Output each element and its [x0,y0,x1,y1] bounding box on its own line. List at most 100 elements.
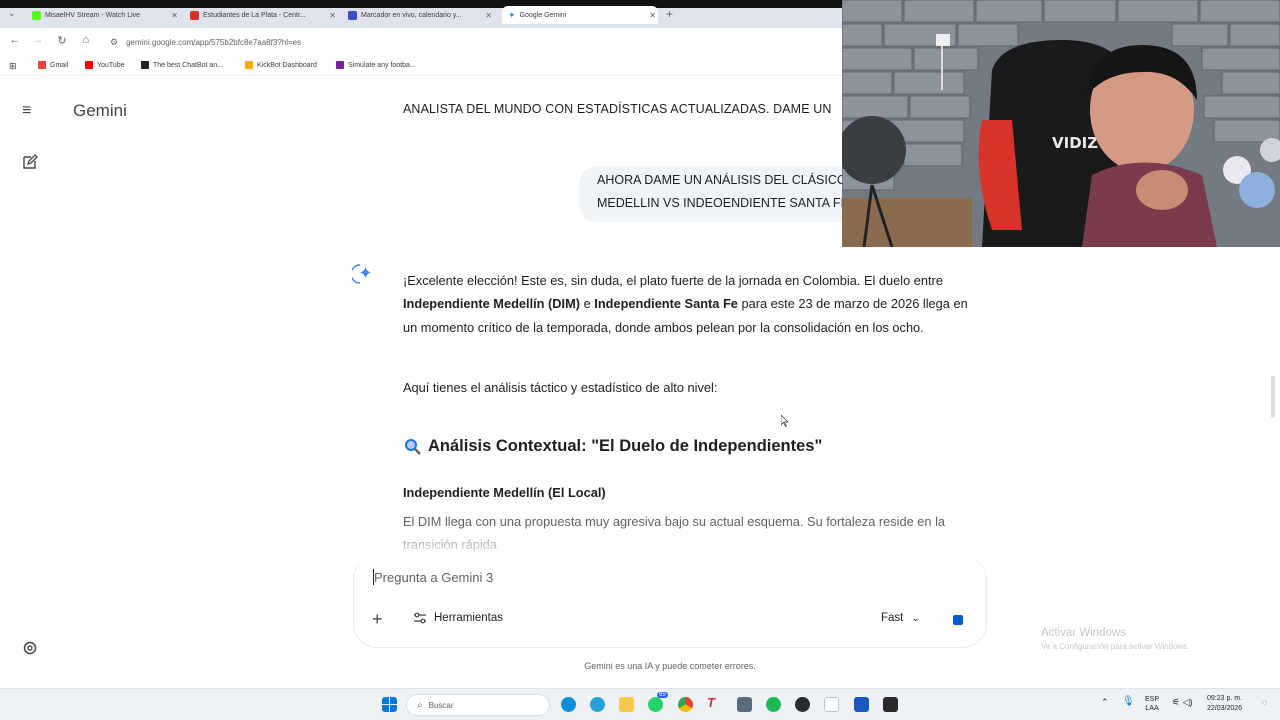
taskbar-search-placeholder: Buscar [428,700,454,710]
network-volume-icons[interactable]: ⚟ ◁) [1172,697,1193,708]
site-info-icon[interactable]: ⚙ [110,37,118,48]
whatsapp-icon[interactable] [648,697,663,712]
notifications-bell-icon[interactable]: ◌ [1262,697,1267,707]
file-explorer-icon[interactable] [619,697,634,712]
bookmark-chatbot[interactable]: The best ChatBot an... [141,61,223,69]
chatbot-icon [141,61,149,69]
close-tab-icon[interactable]: ✕ [171,11,178,20]
response-paragraph-2: Aquí tienes el análisis táctico y estadí… [403,380,718,395]
clock-date: 22/03/2026 [1207,705,1243,712]
microphone-icon[interactable]: 🎙 [1122,696,1135,707]
add-attachment-button[interactable]: + [372,610,383,628]
activation-title: Activar Windows [1041,627,1126,639]
tab-marcador[interactable]: Marcador en vivo, calendario y... ✕ [348,6,494,24]
new-chat-icon[interactable] [22,154,38,170]
user-message-bubble: AHORA DAME UN ANÁLISIS DEL CLÁSICO MEDEL… [579,166,879,222]
notification-badge: 65 [657,692,668,698]
forward-button[interactable]: → [31,34,45,46]
simulate-icon [336,61,344,69]
typora-icon[interactable]: T [707,695,715,710]
youtube-icon [85,61,93,69]
page-scrollbar[interactable] [1271,376,1275,418]
bookmark-label: YouTube [97,61,125,69]
close-tab-icon[interactable]: ✕ [329,11,336,20]
tools-button[interactable]: Herramientas [413,612,503,624]
back-button[interactable]: ← [8,34,22,46]
site-icon [348,10,357,20]
tab-estudiantes[interactable]: Estudiantes de La Plata - Centr... ✕ [190,6,338,24]
site-icon [190,10,199,20]
windows-start-icon[interactable] [382,697,397,712]
bookmark-gmail[interactable]: Gmail [38,61,68,69]
keyboard-layout: LAA [1145,705,1159,712]
app-title[interactable]: Gemini [73,101,127,121]
chevron-down-icon: ⌄ [911,612,920,624]
scroll-fade [380,528,990,558]
menu-icon[interactable]: ≡ [22,102,31,120]
section-heading-text: Análisis Contextual: "El Duelo de Indepe… [428,437,823,455]
home-button[interactable]: ⌂ [79,34,93,46]
previous-user-prompt: ANALISTA DEL MUNDO CON ESTADÍSTICAS ACTU… [403,102,832,116]
user-message-line: MEDELLIN VS INDEOENDIENTE SANTA FE [597,196,849,210]
new-tab-button[interactable]: + [666,7,673,21]
settings-gear-icon[interactable] [21,639,39,657]
windows-taskbar: ⌕ Buscar 65 T ⌃ 🎙 ESP LAA ⚟ ◁) 09:23 p. … [0,688,1280,720]
team-name-dim: Independiente Medellín (DIM) [403,296,581,312]
prompt-input[interactable]: Pregunta a Gemini 3 [374,570,493,585]
tab-title: Estudiantes de La Plata - Centr... [203,11,306,19]
chrome-icon[interactable] [678,697,693,712]
bookmark-label: The best ChatBot an... [153,61,224,69]
bookmark-label: Simulate any footba... [348,61,416,69]
folder-icon [245,61,253,69]
apps-icon[interactable]: ⊞ [9,61,17,72]
section-heading: Análisis Contextual: "El Duelo de Indepe… [404,437,822,456]
tab-kick-stream[interactable]: MisaelHV Stream - Watch Live ✕ [32,6,180,24]
disclaimer-text: Gemini es una IA y puede cometer errores… [584,661,756,671]
webcam-feed-image: VIDIZ [842,0,1280,247]
bookmark-label: Gmail [50,61,69,69]
clock[interactable]: 09:23 p. m. 22/03/2026 [1207,694,1242,714]
bookmark-youtube[interactable]: YouTube [85,61,125,69]
model-label: Fast [881,612,904,624]
gemini-spark-icon [352,264,372,284]
bookmark-simulate[interactable]: Simulate any footba... [336,61,416,69]
tab-title: Google Gemini [519,11,567,19]
taskbar-search[interactable]: ⌕ Buscar [406,694,550,716]
search-icon: ⌕ [417,699,423,711]
obs-icon[interactable] [795,697,810,712]
user-message-line: AHORA DAME UN ANÁLISIS DEL CLÁSICO [597,173,847,187]
bookmark-label: KickBot Dashboard [257,61,317,69]
epic-games-icon[interactable] [883,697,898,712]
magnifier-icon [405,438,421,455]
close-tab-icon[interactable]: ✕ [649,11,656,20]
gmail-app-icon[interactable] [824,697,839,712]
windows-activation-watermark: Activar Windows Ve a Configuración para … [1041,627,1190,651]
tab-search-icon[interactable]: ⌄ [8,8,16,19]
activation-subtitle: Ve a Configuración para activar Windows. [1041,642,1190,651]
language-indicator[interactable]: ESP LAA [1145,695,1159,713]
tab-title: Marcador en vivo, calendario y... [361,11,462,19]
clock-time: 09:23 p. m. [1207,695,1243,702]
kick-icon [32,10,41,20]
stop-generation-button[interactable] [953,615,963,625]
word-icon[interactable] [854,697,869,712]
gmail-icon [38,61,46,69]
spotify-icon[interactable] [766,697,781,712]
calculator-icon[interactable] [737,697,752,712]
tab-title: MisaelHV Stream - Watch Live [45,11,141,19]
close-tab-icon[interactable]: ✕ [485,11,492,20]
address-bar[interactable]: ⚙ gemini.google.com/app/575b2bfc8e7aa8f3… [110,33,840,51]
tray-overflow-icon[interactable]: ⌃ [1101,697,1109,708]
tab-gemini[interactable]: ✦ Google Gemini ✕ [502,6,658,24]
reload-button[interactable]: ↻ [55,34,69,47]
response-text: e [580,296,595,312]
telegram-icon[interactable] [590,697,605,712]
tools-label: Herramientas [434,612,504,624]
gemini-tab-icon: ✦ [508,9,516,20]
subsection-heading: Independiente Medellín (El Local) [403,485,606,500]
response-text: ¡Excelente elección! Este es, sin duda, … [403,273,943,288]
model-selector[interactable]: Fast ⌄ [881,612,920,624]
bookmark-kickbot[interactable]: KickBot Dashboard [245,61,317,69]
chair-brand-text: VIDIZ [1052,134,1098,152]
edge-icon[interactable] [561,697,576,712]
